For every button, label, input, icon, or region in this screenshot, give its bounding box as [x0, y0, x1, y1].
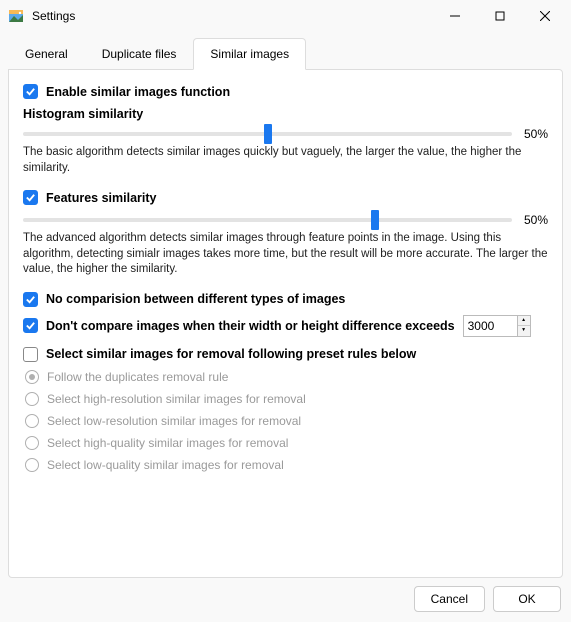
histogram-slider[interactable] — [23, 132, 512, 136]
dim-threshold-label: Don't compare images when their width or… — [46, 319, 455, 333]
window-title: Settings — [32, 9, 432, 23]
rule-radio-high-quality[interactable] — [25, 436, 39, 450]
rule-radio-high-res[interactable] — [25, 392, 39, 406]
histogram-value: 50% — [518, 127, 548, 141]
dim-up-button[interactable]: ▲ — [518, 316, 530, 326]
histogram-desc: The basic algorithm detects similar imag… — [23, 145, 548, 176]
app-icon — [8, 8, 24, 24]
rule-radio-low-res[interactable] — [25, 414, 39, 428]
enable-similar-checkbox[interactable] — [23, 84, 38, 99]
tabs: General Duplicate files Similar images — [0, 32, 571, 70]
rule-label: Select low-resolution similar images for… — [47, 414, 301, 428]
preset-rules-checkbox[interactable] — [23, 347, 38, 362]
features-value: 50% — [518, 213, 548, 227]
rule-label: Follow the duplicates removal rule — [47, 370, 228, 384]
rule-label: Select high-resolution similar images fo… — [47, 392, 306, 406]
rule-label: Select low-quality similar images for re… — [47, 458, 284, 472]
no-compare-types-checkbox[interactable] — [23, 292, 38, 307]
tab-duplicate-files[interactable]: Duplicate files — [85, 38, 194, 70]
rule-label: Select high-quality similar images for r… — [47, 436, 288, 450]
histogram-slider-thumb[interactable] — [264, 124, 272, 144]
cancel-button[interactable]: Cancel — [414, 586, 485, 612]
tab-similar-images[interactable]: Similar images — [193, 38, 306, 70]
titlebar: Settings — [0, 0, 571, 32]
features-label: Features similarity — [46, 191, 156, 205]
dim-threshold-input[interactable] — [463, 315, 518, 337]
rule-radio-low-quality[interactable] — [25, 458, 39, 472]
features-slider[interactable] — [23, 218, 512, 222]
dim-down-button[interactable]: ▼ — [518, 326, 530, 336]
dim-threshold-checkbox[interactable] — [23, 318, 38, 333]
maximize-button[interactable] — [477, 2, 522, 30]
features-desc: The advanced algorithm detects similar i… — [23, 231, 548, 278]
preset-rules-label: Select similar images for removal follow… — [46, 347, 416, 361]
ok-button[interactable]: OK — [493, 586, 561, 612]
features-checkbox[interactable] — [23, 190, 38, 205]
tab-general[interactable]: General — [8, 38, 85, 70]
preset-rules-radios: Follow the duplicates removal rule Selec… — [23, 370, 548, 472]
features-slider-thumb[interactable] — [371, 210, 379, 230]
minimize-button[interactable] — [432, 2, 477, 30]
histogram-title: Histogram similarity — [23, 107, 548, 121]
rule-radio-duplicates[interactable] — [25, 370, 39, 384]
close-button[interactable] — [522, 2, 567, 30]
tab-content: Enable similar images function Histogram… — [8, 69, 563, 578]
no-compare-types-label: No comparision between different types o… — [46, 292, 345, 306]
dialog-footer: Cancel OK — [0, 586, 571, 622]
enable-similar-label: Enable similar images function — [46, 85, 230, 99]
